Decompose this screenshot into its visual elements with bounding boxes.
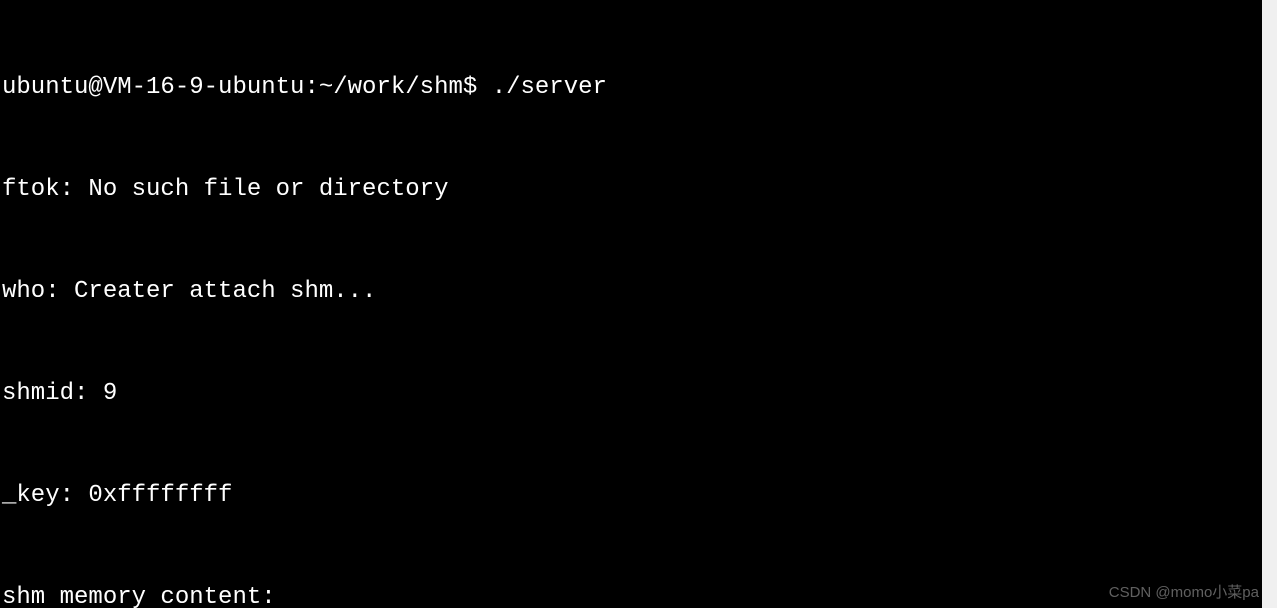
shell-command: ./server bbox=[492, 74, 607, 101]
shell-prompt: ubuntu@VM-16-9-ubuntu:~/work/shm$ bbox=[2, 74, 492, 101]
terminal-output-shmid: shmid: 9 bbox=[2, 377, 1260, 411]
terminal-output-who: who: Creater attach shm... bbox=[2, 275, 1260, 309]
scrollbar[interactable] bbox=[1262, 0, 1277, 608]
terminal-line-prompt: ubuntu@VM-16-9-ubuntu:~/work/shm$ ./serv… bbox=[2, 71, 1260, 105]
terminal-window[interactable]: ubuntu@VM-16-9-ubuntu:~/work/shm$ ./serv… bbox=[0, 0, 1262, 608]
terminal-output-ftok: ftok: No such file or directory bbox=[2, 173, 1260, 207]
terminal-output-key: _key: 0xffffffff bbox=[2, 479, 1260, 513]
terminal-output-content: shm memory content: bbox=[2, 581, 1260, 608]
